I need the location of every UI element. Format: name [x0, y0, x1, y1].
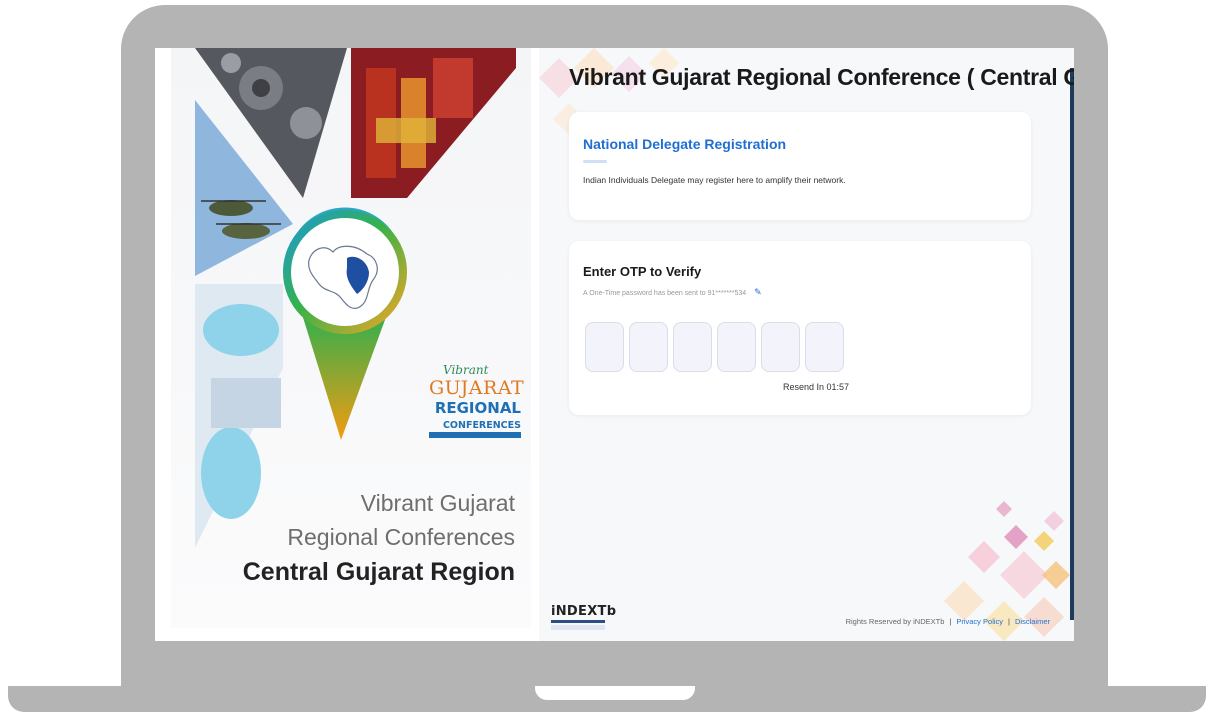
laptop-screen: Vibrant GUJARAT REGIONAL CONFERENCES Vib… [155, 48, 1074, 641]
registration-card: National Delegate Registration Indian In… [569, 112, 1031, 220]
otp-digit-3[interactable] [673, 322, 712, 372]
registration-description: Indian Individuals Delegate may register… [583, 175, 846, 185]
vibrant-gujarat-logo: Vibrant GUJARAT REGIONAL CONFERENCES [429, 363, 525, 438]
otp-input-group [585, 322, 844, 372]
otp-sent-text: A One-Time password has been sent to 91*… [583, 290, 747, 297]
otp-digit-1[interactable] [585, 322, 624, 372]
otp-title: Enter OTP to Verify [583, 264, 702, 279]
otp-digit-2[interactable] [629, 322, 668, 372]
logo-regional-text: REGIONAL [434, 399, 521, 417]
hero-title-line3: Central Gujarat Region [242, 558, 515, 586]
disclaimer-link[interactable]: Disclaimer [1015, 617, 1050, 626]
footer-separator: | [949, 617, 952, 626]
logo-tagline-bar [429, 432, 521, 438]
indextb-logo: iNDEXTb [551, 604, 616, 630]
otp-subtitle: A One-Time password has been sent to 91*… [583, 287, 762, 298]
rights-text: Rights Reserved by iNDEXTb [845, 617, 945, 626]
registration-title: National Delegate Registration [583, 136, 787, 152]
otp-digit-5[interactable] [761, 322, 800, 372]
otp-digit-4[interactable] [717, 322, 756, 372]
logo-gujarat-text: GUJARAT [429, 377, 525, 399]
indextb-logo-text: iNDEXTb [551, 604, 617, 619]
privacy-policy-link[interactable]: Privacy Policy [956, 617, 1003, 626]
hero-banner: Vibrant GUJARAT REGIONAL CONFERENCES Vib… [171, 48, 531, 628]
pencil-icon[interactable]: ✎ [754, 287, 762, 298]
logo-subtext-bar [551, 625, 605, 630]
hero-title-line1: Vibrant Gujarat [360, 490, 515, 516]
title-underline [583, 160, 607, 163]
footer-links: Rights Reserved by iNDEXTb | Privacy Polic… [846, 617, 1050, 626]
hero-title-line2: Regional Conferences [287, 524, 515, 550]
otp-card: Enter OTP to Verify A One-Time password … [569, 241, 1031, 415]
registration-panel: Vibrant Gujarat Regional Conference ( Ce… [539, 48, 1074, 641]
logo-bar [551, 620, 605, 623]
footer-separator: | [1008, 617, 1010, 626]
logo-conferences-text: CONFERENCES [442, 420, 521, 431]
otp-digit-6[interactable] [805, 322, 844, 372]
laptop-notch [535, 686, 695, 700]
page-title: Vibrant Gujarat Regional Conference ( Ce… [569, 64, 1074, 90]
resend-countdown: Resend In 01:57 [783, 382, 850, 392]
scroll-edge [1070, 68, 1074, 620]
logo-vibrant-text: Vibrant [443, 363, 489, 377]
